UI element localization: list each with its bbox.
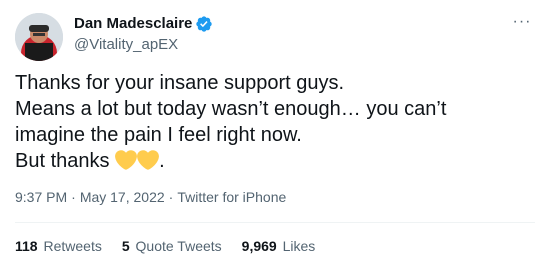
yellow-heart-icon [137,149,159,171]
retweets-stat[interactable]: 118 Retweets [15,236,102,256]
meta-separator: · [71,189,76,205]
quote-tweets-stat[interactable]: 5 Quote Tweets [122,236,222,256]
meta-separator: · [168,189,174,205]
tweet-line: Means a lot but today wasn’t enough… you… [15,98,447,120]
retweets-count: 118 [15,238,38,254]
closing-punct: . [159,150,165,172]
author-block: Dan Madesclaire @Vitality_apEX [74,14,213,55]
tweet-line: Thanks for your insane support guys. [15,72,345,94]
verified-badge-icon [195,15,213,33]
tweet-text: Thanks for your insane support guys. Mea… [15,70,535,174]
tweet-date: May 17, 2022 [79,189,165,205]
tweet-line-closing: But thanks . [15,148,535,174]
likes-label: Likes [282,238,316,254]
closing-text: But thanks [15,150,116,172]
profile-avatar[interactable] [15,13,63,61]
user-handle[interactable]: @Vitality_apEX [74,35,213,55]
tweet-card: Dan Madesclaire @Vitality_apEX ··· Thank… [0,0,550,266]
divider [15,222,535,223]
retweets-label: Retweets [43,238,102,254]
tweet-timestamp[interactable]: 9:37 PM · May 17, 2022 [15,189,165,205]
quote-tweets-count: 5 [121,238,130,254]
likes-stat[interactable]: 9,969 Likes [242,236,316,256]
tweet-line: imagine the pain I feel right now. [15,124,302,146]
likes-count: 9,969 [241,238,277,254]
yellow-heart-icon [115,149,137,171]
more-options-glyph: ··· [512,13,532,30]
engagement-stats: 118 Retweets 5 Quote Tweets 9,969 Likes [15,236,335,256]
tweet-time: 9:37 PM [15,189,68,205]
quote-tweets-label: Quote Tweets [135,238,222,254]
tweet-source[interactable]: Twitter for iPhone [177,189,286,205]
more-options-icon[interactable]: ··· [508,12,536,32]
tweet-meta: 9:37 PM · May 17, 2022 · Twitter for iPhone [15,187,286,207]
display-name[interactable]: Dan Madesclaire [74,14,192,34]
